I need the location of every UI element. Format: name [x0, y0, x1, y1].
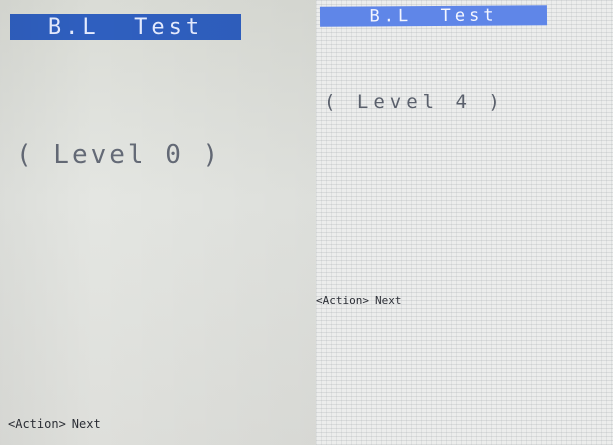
- photo-collage: B.L Test ( Level 0 ) <Action> Next B.L T…: [0, 0, 613, 445]
- screen-left: B.L Test ( Level 0 ) <Action> Next: [0, 0, 316, 445]
- level-label: ( Level 4 ): [324, 91, 505, 113]
- title-bar: B.L Test: [10, 14, 241, 40]
- action-key-label: <Action>: [8, 417, 66, 431]
- screen-right: B.L Test ( Level 4 ) <Action> Next: [316, 0, 613, 445]
- footer-hint: <Action> Next: [316, 294, 401, 307]
- title-bar: B.L Test: [319, 5, 548, 27]
- title-text: B.L Test: [47, 14, 204, 40]
- next-label: Next: [71, 417, 101, 431]
- level-label: ( Level 0 ): [16, 140, 222, 170]
- screen-shading: [0, 0, 316, 445]
- title-text: B.L Test: [369, 5, 498, 27]
- footer-hint: <Action> Next: [8, 417, 101, 431]
- action-key-label: <Action>: [316, 294, 369, 307]
- next-label: Next: [374, 294, 402, 307]
